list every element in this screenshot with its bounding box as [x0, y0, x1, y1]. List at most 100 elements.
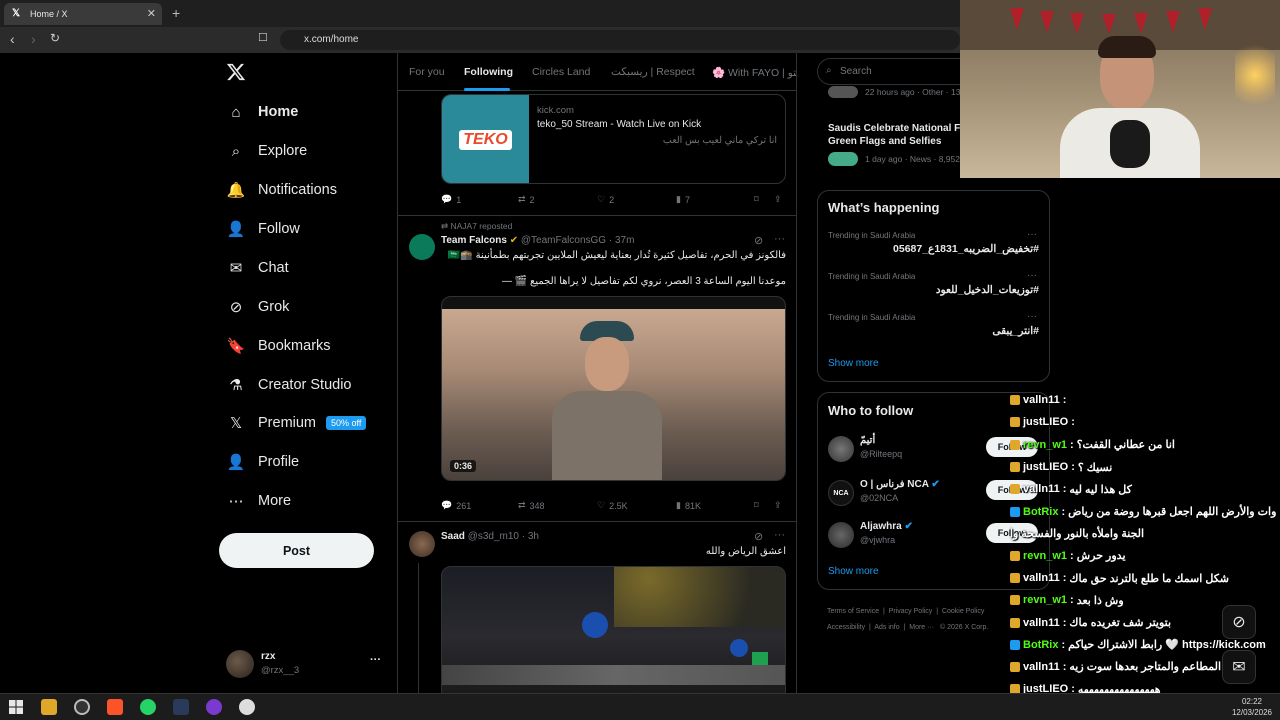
account-more-icon[interactable]: ···: [370, 654, 381, 666]
sidebar-item-creator-studio[interactable]: ⚗ Creator Studio: [226, 370, 351, 400]
tweet-more-icon[interactable]: ···: [774, 233, 785, 245]
footer-link[interactable]: More ···: [909, 624, 934, 631]
chat-username[interactable]: valln11: [1023, 394, 1060, 406]
tweet-author-name[interactable]: Saad: [441, 531, 465, 542]
footer-link[interactable]: Accessibility: [827, 624, 865, 631]
share-button[interactable]: ⇪: [774, 500, 782, 511]
link-card[interactable]: TEKO kick.com teko_50 Stream - Watch Liv…: [441, 94, 786, 184]
sidebar-item-profile[interactable]: 👤 Profile: [226, 447, 299, 477]
views-button[interactable]: ▮ 7: [676, 194, 690, 205]
tab-circles-land[interactable]: Circles Land: [532, 66, 590, 78]
x-logo-icon[interactable]: [226, 62, 246, 82]
reply-button[interactable]: 💬 1: [441, 194, 461, 205]
news-title[interactable]: Saudis Celebrate National F Green Flags …: [828, 122, 960, 148]
post-button[interactable]: Post: [219, 533, 374, 568]
tab-with-fayo[interactable]: 🌸 With FAYO | فتو: [712, 66, 796, 79]
chat-separator: :: [1071, 416, 1075, 429]
repost-count: 2: [529, 194, 535, 205]
sidebar-item-home[interactable]: ⌂ Home: [226, 97, 298, 127]
trend-more-icon[interactable]: ···: [1027, 270, 1037, 281]
follow-suggestion[interactable]: Aljawhra ✔ @vjwhra: [828, 519, 998, 551]
app-icon[interactable]: [206, 699, 222, 715]
sidebar-item-more[interactable]: ⋯ More: [226, 486, 292, 516]
file-explorer-icon[interactable]: [41, 699, 57, 715]
new-tab-icon[interactable]: +: [172, 5, 180, 21]
tweet-author-name[interactable]: Team Falcons: [441, 235, 507, 246]
footer-link[interactable]: Terms of Service: [827, 608, 879, 615]
close-tab-icon[interactable]: ✕: [147, 7, 156, 20]
reply-button[interactable]: 💬 261: [441, 500, 471, 511]
show-more-link[interactable]: Show more: [828, 566, 879, 577]
chat-message: justLIEO :: [1010, 416, 1078, 428]
tab-following[interactable]: Following: [464, 66, 513, 78]
bookmark-button[interactable]: ⌑: [754, 500, 759, 511]
trend-item[interactable]: Trending in Saudi Arabia ··· #انتر_يبقى: [818, 307, 1049, 345]
avatar[interactable]: [409, 531, 435, 557]
trend-item[interactable]: Trending in Saudi Arabia ··· #توزيعات_ال…: [818, 266, 1049, 304]
show-more-link[interactable]: Show more: [828, 358, 879, 369]
grok-floating-icon[interactable]: ⊘: [1222, 605, 1256, 639]
trend-item[interactable]: Trending in Saudi Arabia ··· #تخفيض_الضر…: [818, 225, 1049, 263]
trend-more-icon[interactable]: ···: [1027, 229, 1037, 240]
sidebar-item-explore[interactable]: ⌕ Explore: [226, 136, 307, 166]
like-button[interactable]: ♡ 2: [597, 194, 614, 205]
system-clock[interactable]: 02:22 12/03/2026: [1232, 696, 1272, 718]
reload-icon[interactable]: ↻: [50, 31, 60, 45]
sidebar-item-premium[interactable]: 𝕏 Premium 50% off: [226, 408, 367, 438]
chat-username[interactable]: revn_w1: [1023, 594, 1067, 606]
chat-username[interactable]: BotRix: [1023, 506, 1058, 518]
sidebar-item-grok[interactable]: ⊘ Grok: [226, 292, 290, 322]
app-icon[interactable]: [173, 699, 189, 715]
video-frame: [442, 309, 785, 480]
repost-button[interactable]: ⇄ 2: [518, 194, 535, 205]
repost-button[interactable]: ⇄ 348: [518, 500, 545, 511]
tab-for-you[interactable]: For you: [409, 66, 445, 78]
sidebar-item-follow[interactable]: 👤 Follow: [226, 214, 300, 244]
sidebar-item-bookmarks[interactable]: 🔖 Bookmarks: [226, 331, 331, 361]
chat-username[interactable]: valln11: [1023, 617, 1060, 629]
messages-floating-icon[interactable]: ✉: [1222, 650, 1256, 684]
avatar[interactable]: [409, 234, 435, 260]
chat-message: valln11 : بتويتر شف تغريده ماك: [1010, 616, 1171, 629]
chat-username[interactable]: valln11: [1023, 483, 1060, 495]
obs-icon[interactable]: [74, 699, 90, 715]
chat-username[interactable]: justLIEO: [1023, 416, 1068, 428]
browser-tab[interactable]: 𝕏 Home / X ✕: [4, 3, 162, 25]
bookmark-star-icon[interactable]: ☐: [258, 31, 268, 44]
chat-username[interactable]: revn_w1: [1023, 550, 1067, 562]
chat-username[interactable]: revn_w1: [1023, 439, 1067, 451]
trend-more-icon[interactable]: ···: [1027, 311, 1037, 322]
tweet-more-icon[interactable]: ···: [774, 529, 785, 541]
share-button[interactable]: ⇪: [774, 194, 782, 205]
whatsapp-icon[interactable]: [140, 699, 156, 715]
tweet-author-handle[interactable]: @TeamFalconsGG: [521, 235, 606, 246]
like-button[interactable]: ♡ 2.5K: [597, 500, 628, 511]
tweet-video[interactable]: 0:36: [441, 296, 786, 481]
address-bar[interactable]: x.com/home: [280, 30, 960, 50]
forward-icon[interactable]: ›: [31, 31, 36, 47]
chat-username[interactable]: valln11: [1023, 572, 1060, 584]
follow-suggestion[interactable]: أتيمّ @Rilteepq: [828, 433, 998, 465]
footer-link[interactable]: Privacy Policy: [889, 608, 933, 615]
tweet-author-handle[interactable]: @s3d_m10: [468, 531, 519, 542]
bookmark-button[interactable]: ⌑: [754, 194, 759, 205]
back-icon[interactable]: ‹: [10, 31, 15, 47]
settings-icon[interactable]: [239, 699, 255, 715]
brave-browser-icon[interactable]: [107, 699, 123, 715]
chat-username[interactable]: justLIEO: [1023, 461, 1068, 473]
tab-respect[interactable]: ريسبكت | Respect: [611, 66, 695, 78]
grok-icon[interactable]: ⊘: [754, 530, 763, 543]
follow-suggestion[interactable]: NCA O | فرناس NCA ✔ @02NCA: [828, 477, 998, 509]
chat-username[interactable]: BotRix: [1023, 639, 1058, 651]
tweet-image[interactable]: [441, 566, 786, 693]
chat-username[interactable]: valln11: [1023, 661, 1060, 673]
account-switcher[interactable]: rzx @rzx__3 ···: [226, 648, 386, 680]
sidebar-item-chat[interactable]: ✉ Chat: [226, 253, 289, 283]
views-button[interactable]: ▮ 81K: [676, 500, 701, 511]
windows-taskbar: 02:22 12/03/2026: [0, 693, 1280, 720]
footer-link[interactable]: Cookie Policy: [942, 608, 984, 615]
windows-start-icon[interactable]: [8, 699, 24, 715]
sidebar-item-notifications[interactable]: 🔔 Notifications: [226, 175, 337, 205]
footer-link[interactable]: Ads info: [874, 624, 899, 631]
grok-icon[interactable]: ⊘: [754, 234, 763, 247]
